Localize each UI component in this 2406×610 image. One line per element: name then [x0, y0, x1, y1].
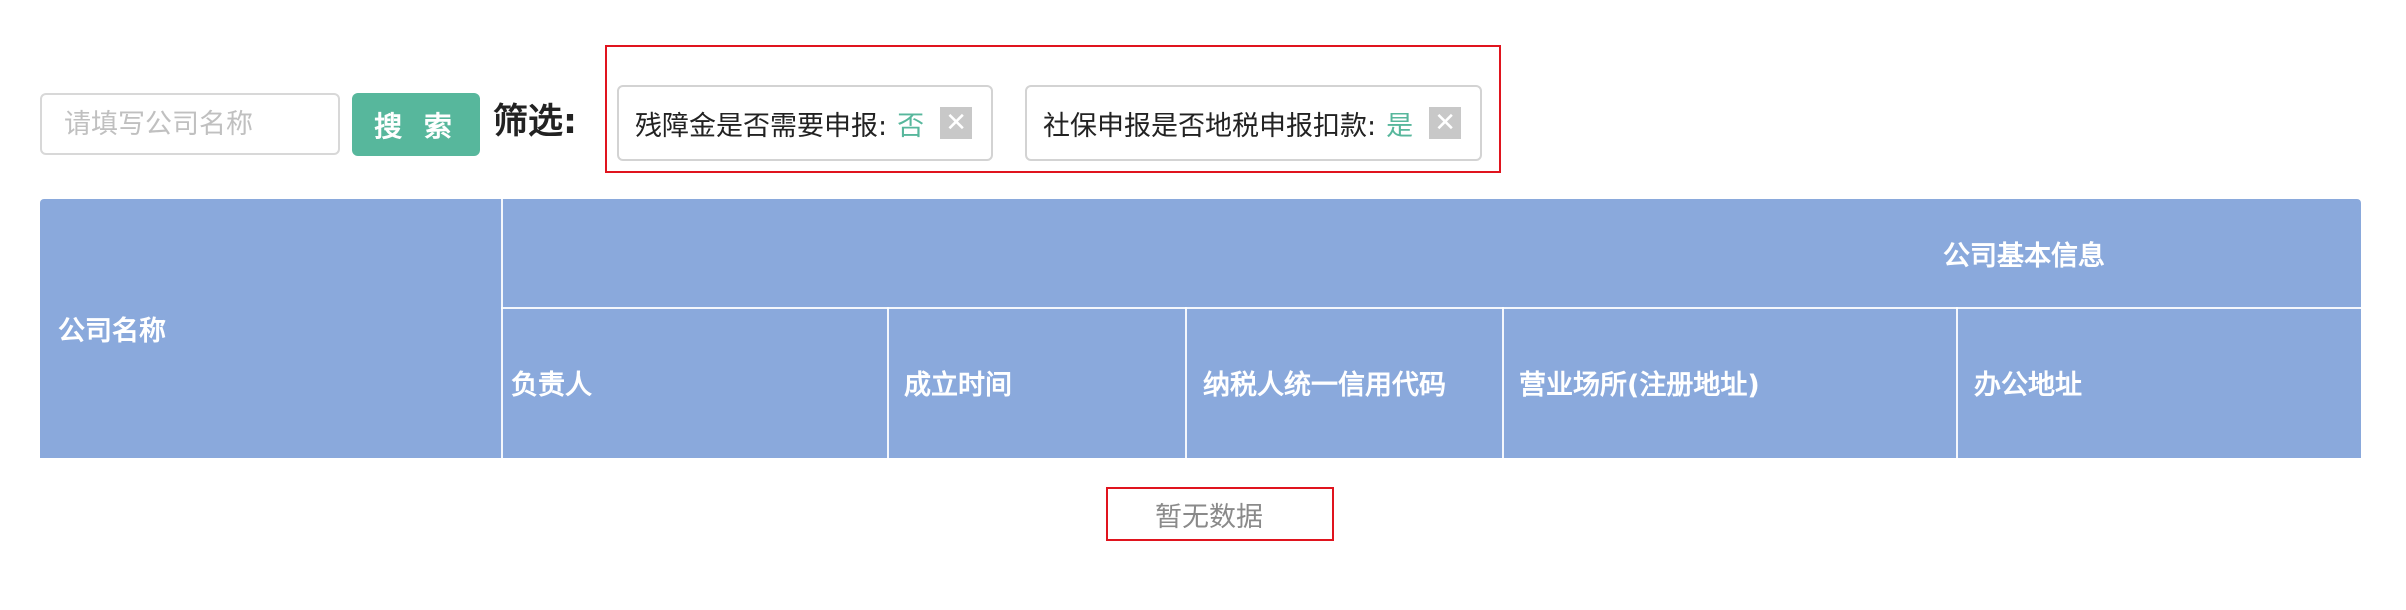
column-divider: [501, 199, 503, 458]
column-header-office-address[interactable]: 办公地址: [1974, 307, 2082, 458]
column-header-owner[interactable]: 负责人: [511, 307, 592, 458]
filter-tag-disability-fund: 残障金是否需要申报: 否 ✕: [617, 85, 993, 161]
filter-tag-value: 否: [897, 110, 925, 142]
column-group-header-basic-info: 公司基本信息: [1943, 240, 2105, 272]
column-header-founded-date[interactable]: 成立时间: [904, 307, 1012, 458]
close-icon[interactable]: ✕: [940, 107, 973, 139]
column-header-tax-credit-code[interactable]: 纳税人统一信用代码: [1203, 307, 1446, 458]
table-header: 公司名称 公司基本信息 负责人 成立时间 纳税人统一信用代码 营业场所(注册地址…: [40, 199, 2361, 458]
filter-label: 筛选:: [493, 102, 577, 142]
search-button[interactable]: 搜 索: [352, 93, 480, 156]
filter-tag-value: 是: [1386, 110, 1414, 142]
column-divider: [1185, 307, 1187, 458]
column-header-company-name[interactable]: 公司名称: [58, 199, 166, 458]
close-icon[interactable]: ✕: [1429, 107, 1462, 139]
filter-tag-social-security: 社保申报是否地税申报扣款: 是 ✕: [1025, 85, 1482, 161]
column-divider: [1956, 307, 1958, 458]
column-divider: [887, 307, 889, 458]
filter-tag-name: 社保申报是否地税申报扣款:: [1043, 110, 1377, 142]
filter-tag-name: 残障金是否需要申报:: [635, 110, 888, 142]
company-search-input[interactable]: [40, 93, 340, 155]
column-header-registered-address[interactable]: 营业场所(注册地址): [1519, 307, 1760, 458]
empty-state-text: 暂无数据: [1155, 501, 1263, 533]
page: 搜 索 筛选: 残障金是否需要申报: 否 ✕ 社保申报是否地税申报扣款: 是 ✕…: [0, 0, 2406, 610]
column-divider: [1502, 307, 1504, 458]
